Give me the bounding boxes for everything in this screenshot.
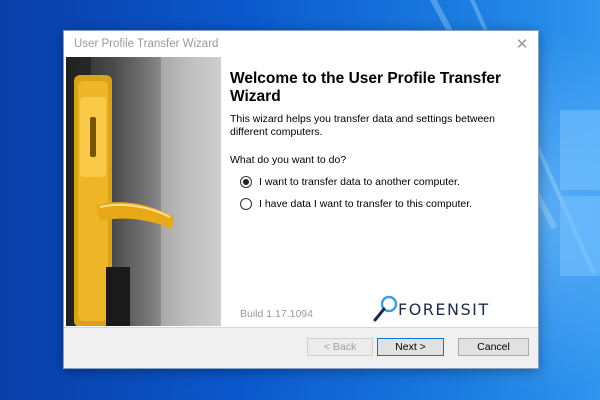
button-bar: < Back Next > Cancel [64,328,538,368]
welcome-heading: Welcome to the User Profile Transfer Wiz… [230,70,502,105]
radio-button-selected[interactable] [240,176,252,188]
option-transfer-to-this[interactable]: I have data I want to transfer to this c… [240,198,472,210]
option-label: I want to transfer data to another compu… [259,176,460,188]
window-logo-pane [560,196,600,276]
close-icon[interactable]: ✕ [510,33,534,55]
door-handle-image [66,57,221,326]
option-transfer-to-another[interactable]: I want to transfer data to another compu… [240,176,460,188]
wizard-description: This wizard helps you transfer data and … [230,113,495,138]
window-title: User Profile Transfer Wizard [74,38,219,50]
title-bar[interactable]: User Profile Transfer Wizard ✕ [64,31,538,57]
radio-button[interactable] [240,198,252,210]
window-logo-pane [560,110,600,190]
next-button[interactable]: Next > [377,338,444,356]
build-version: Build 1.17.1094 [240,308,313,320]
question-label: What do you want to do? [230,154,347,166]
back-button[interactable]: < Back [307,338,373,356]
wizard-dialog: User Profile Transfer Wizard ✕ Welcome t… [63,30,539,369]
cancel-button[interactable]: Cancel [458,338,529,356]
logo-text: FORENSIT [398,300,490,319]
option-label: I have data I want to transfer to this c… [259,198,473,210]
forensit-logo: FORENSIT [372,293,522,323]
